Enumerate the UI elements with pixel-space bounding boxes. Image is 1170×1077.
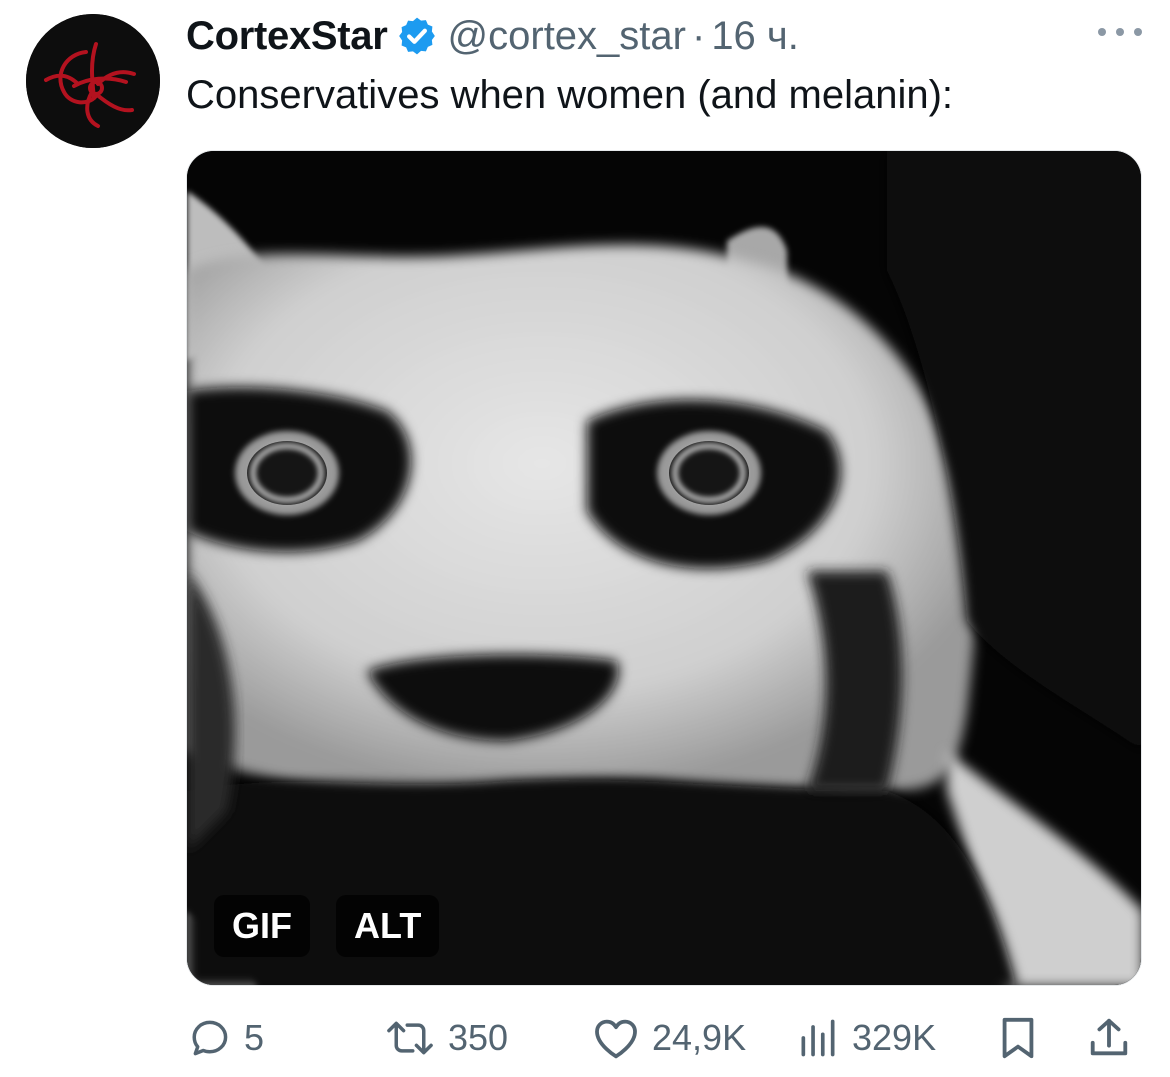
bookmark-icon bbox=[1002, 1017, 1034, 1059]
like-button[interactable]: 24,9K bbox=[592, 1006, 746, 1070]
tweet-actions: 5 350 24,9K 329K bbox=[0, 1006, 1170, 1070]
cat-face-gif-image bbox=[187, 151, 1141, 985]
bookmark-button[interactable] bbox=[998, 1006, 1038, 1070]
gif-badge: GIF bbox=[214, 895, 310, 957]
views-chart-icon bbox=[801, 1019, 835, 1057]
user-handle[interactable]: @cortex_star bbox=[448, 14, 686, 59]
display-name[interactable]: CortexStar bbox=[186, 14, 388, 59]
tweet: CortexStar @cortex_star · 16 ч. Conserva… bbox=[0, 0, 1170, 1077]
timestamp[interactable]: 16 ч. bbox=[711, 14, 799, 59]
more-dots-icon[interactable] bbox=[1098, 22, 1142, 42]
avatar[interactable] bbox=[26, 14, 160, 148]
retweet-count: 350 bbox=[448, 1017, 509, 1058]
tweet-text: Conservatives when women (and melanin): bbox=[186, 73, 954, 117]
share-button[interactable] bbox=[1086, 1006, 1132, 1070]
tweet-media-gif[interactable] bbox=[186, 150, 1142, 986]
like-count: 24,9K bbox=[652, 1017, 747, 1058]
views-count: 329K bbox=[852, 1017, 937, 1058]
red-swirl-logo-icon bbox=[26, 14, 160, 148]
reply-count: 5 bbox=[244, 1017, 265, 1058]
retweet-icon bbox=[387, 1021, 433, 1055]
tweet-header: CortexStar @cortex_star · 16 ч. bbox=[186, 10, 799, 62]
retweet-button[interactable]: 350 bbox=[384, 1006, 508, 1070]
separator-dot: · bbox=[691, 13, 706, 58]
heart-icon bbox=[595, 1019, 637, 1059]
alt-text-button[interactable]: ALT bbox=[336, 895, 440, 957]
views-button[interactable]: 329K bbox=[796, 1006, 936, 1070]
share-icon bbox=[1090, 1018, 1128, 1056]
reply-button[interactable]: 5 bbox=[188, 1006, 264, 1070]
reply-icon bbox=[192, 1020, 228, 1056]
verified-badge-icon[interactable] bbox=[396, 15, 438, 57]
